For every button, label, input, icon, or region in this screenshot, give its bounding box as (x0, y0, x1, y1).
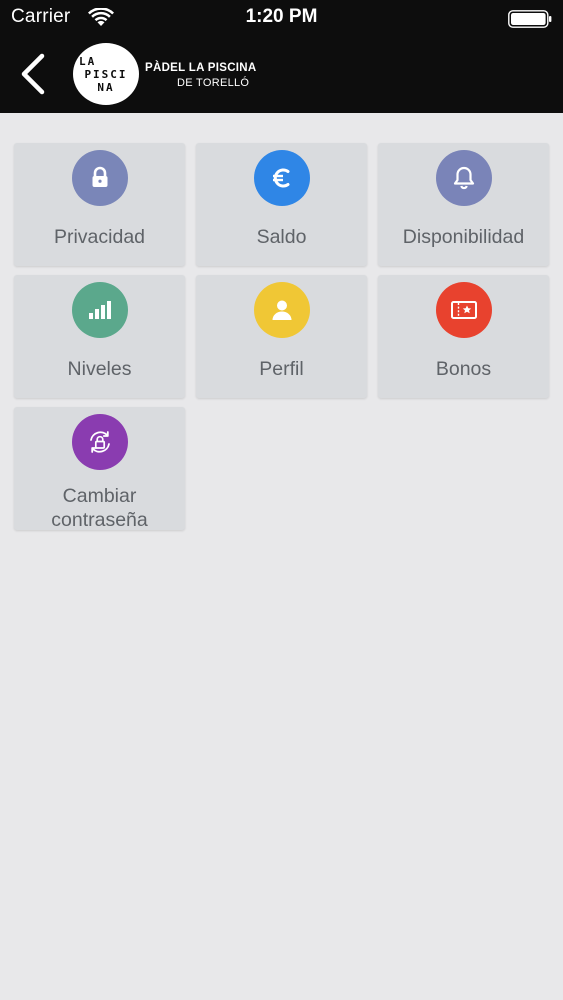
tile-disponibilidad[interactable]: Disponibilidad (378, 143, 549, 266)
lock-refresh-icon (72, 414, 128, 470)
ticket-icon (436, 282, 492, 338)
tile-label: Perfil (259, 358, 304, 380)
tile-label: Privacidad (53, 226, 146, 248)
tile-label: Disponibilidad (402, 226, 525, 248)
app-header: Carrier 1:20 PM LA PISCI NA PÀDEL LA PIS… (0, 0, 563, 113)
tile-label: Saldo (256, 226, 307, 248)
tile-saldo[interactable]: Saldo (196, 143, 367, 266)
status-time: 1:20 PM (245, 6, 318, 27)
tile-niveles[interactable]: Niveles (14, 275, 185, 398)
lock-icon (72, 150, 128, 206)
tile-privacidad[interactable]: Privacidad (14, 143, 185, 266)
brand-name: PÀDEL LA PISCINA (145, 62, 257, 74)
tile-label: Niveles (67, 358, 132, 380)
tile-perfil[interactable]: Perfil (196, 275, 367, 398)
euro-icon (254, 150, 310, 206)
tile-bonos[interactable]: Bonos (378, 275, 549, 398)
user-icon (254, 282, 310, 338)
signal-bars-icon (72, 282, 128, 338)
brand-logo: LA PISCI NA (73, 43, 139, 105)
back-button[interactable] (14, 52, 54, 96)
brand-subtitle: DE TORELLÓ (177, 77, 250, 89)
battery-icon (508, 10, 552, 28)
tile-label: Bonos (435, 358, 492, 380)
tile-label: Cambiar contraseña (51, 485, 148, 531)
bell-icon (436, 150, 492, 206)
tile-cambiar-contrasena[interactable]: Cambiar contraseña (14, 407, 185, 531)
